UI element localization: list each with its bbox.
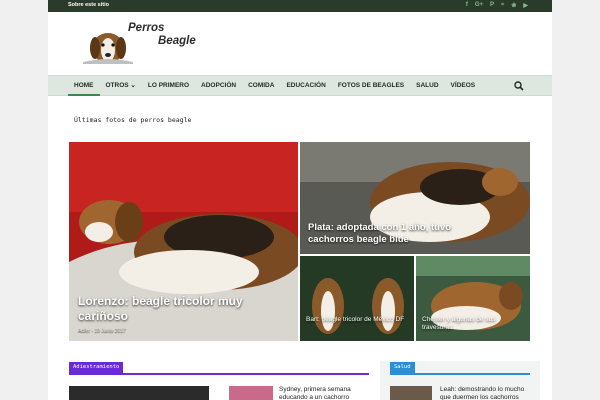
beagle-logo-icon[interactable] <box>83 26 133 64</box>
nav-item-educacion[interactable]: EDUCACIÓN <box>280 76 331 96</box>
block-label[interactable]: Adiestramiento <box>69 362 124 373</box>
post-title[interactable]: Leah: demostrando lo mucho que duermen l… <box>440 386 536 400</box>
social-icons: f G+ P ≈ ❀ ▶ <box>466 2 528 9</box>
post-thumbnail[interactable] <box>229 386 273 400</box>
featured-title[interactable]: Lorenzo: beagle tricolor muy cariñoso <box>78 294 278 324</box>
main-nav: HOME OTROS ⌄ LO PRIMERO ADOPCIÓN COMIDA … <box>48 75 552 96</box>
block-header-salud: Salud <box>390 362 530 375</box>
bart-photo <box>300 256 414 341</box>
about-link[interactable]: Sobre este sitio <box>68 2 109 8</box>
logo-text-line1[interactable]: Perros <box>128 22 164 34</box>
nav-item-comida[interactable]: COMIDA <box>242 76 280 96</box>
google-plus-icon[interactable]: G+ <box>475 2 483 9</box>
top-bar: Sobre este sitio f G+ P ≈ ❀ ▶ <box>48 0 552 12</box>
facebook-icon[interactable]: f <box>466 2 468 9</box>
post-thumbnail[interactable] <box>390 386 432 400</box>
logo-text-line2[interactable]: Beagle <box>158 35 196 47</box>
post-date: 19 Junio 2017 <box>94 328 126 334</box>
post-title[interactable]: Sydney, primera semana educando a un cac… <box>279 386 369 400</box>
nav-item-home[interactable]: HOME <box>68 76 100 96</box>
featured-post-lorenzo[interactable]: Lorenzo: beagle tricolor muy cariñoso Ad… <box>69 142 298 341</box>
main-content: Últimas fotos de perros beagle Lorenzo: … <box>48 96 552 400</box>
section-title: Últimas fotos de perros beagle <box>74 116 192 124</box>
nav-item-otros[interactable]: OTROS ⌄ <box>100 76 142 96</box>
nav-item-adopcion[interactable]: ADOPCIÓN <box>195 76 242 96</box>
block-header-adiestramiento: Adiestramiento <box>69 362 369 375</box>
nav-item-videos[interactable]: VÍDEOS <box>445 76 482 96</box>
pinterest-icon[interactable]: P <box>490 2 494 9</box>
featured-title[interactable]: Bart: beagle tricolor de México DF <box>306 316 410 324</box>
featured-post-plata[interactable]: Plata: adoptada con 1 año, tuvo cachorro… <box>300 142 530 254</box>
block-label[interactable]: Salud <box>390 362 415 373</box>
sidebar-salud: Salud Leah: demostrando lo mucho que due… <box>380 361 540 400</box>
nav-item-salud[interactable]: SALUD <box>410 76 444 96</box>
site-header: Perros Beagle <box>48 12 552 75</box>
featured-title[interactable]: Chester y algunas de sus travesuras <box>422 316 526 332</box>
post-thumbnail[interactable] <box>69 386 209 400</box>
post-author[interactable]: Adfer <box>78 328 90 334</box>
rss-icon[interactable]: ≈ <box>501 2 504 9</box>
search-icon[interactable] <box>514 80 524 92</box>
twitter-icon[interactable]: ❀ <box>511 2 516 9</box>
post-meta: Adfer - 19 Junio 2017 <box>78 328 126 334</box>
page: Sobre este sitio f G+ P ≈ ❀ ▶ Perros Bea… <box>0 0 600 400</box>
featured-post-bart[interactable]: Bart: beagle tricolor de México DF <box>300 256 414 341</box>
featured-post-chester[interactable]: Chester y algunas de sus travesuras <box>416 256 530 341</box>
nav-item-fotos[interactable]: FOTOS DE BEAGLES <box>332 76 410 96</box>
featured-title[interactable]: Plata: adoptada con 1 año, tuvo cachorro… <box>308 222 498 246</box>
youtube-icon[interactable]: ▶ <box>523 2 528 9</box>
nav-item-lo-primero[interactable]: LO PRIMERO <box>142 76 195 96</box>
